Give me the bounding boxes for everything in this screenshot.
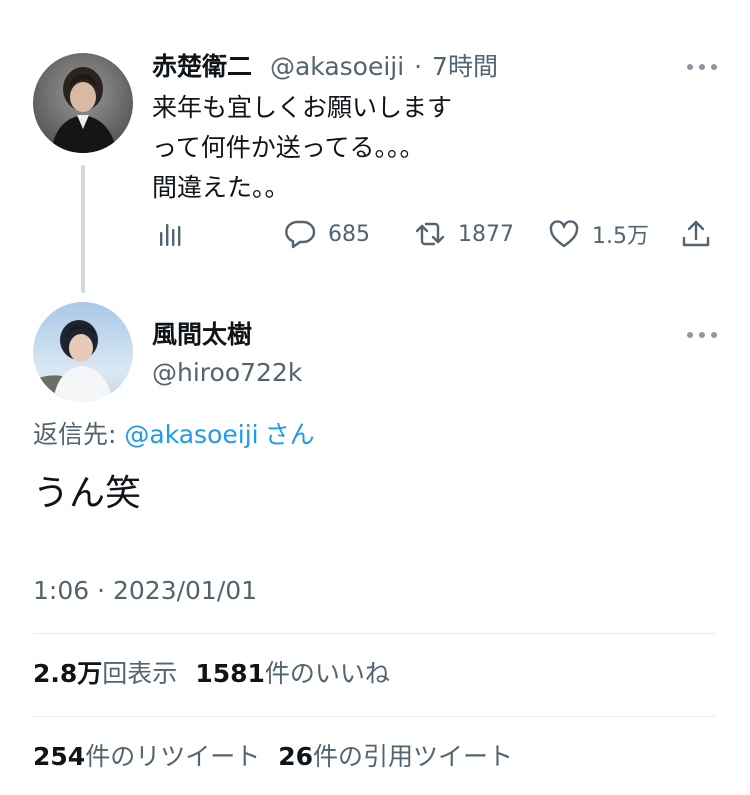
tweet-thread-page: 赤楚衛二 @akasoeiji · 7時間 来年も宜しくお願いします って何件か… bbox=[0, 0, 750, 795]
avatar-image bbox=[33, 53, 133, 153]
heart-icon bbox=[549, 220, 579, 248]
stats-views-likes: 2.8万回表示 1581件のいいね bbox=[33, 657, 390, 691]
analytics-button[interactable] bbox=[156, 214, 188, 254]
thread-connector-line bbox=[81, 165, 85, 293]
more-options-button[interactable] bbox=[687, 63, 717, 71]
bar-chart-icon bbox=[160, 224, 181, 246]
quotes-count: 26 bbox=[278, 742, 313, 771]
retweets-stat[interactable]: 254件のリツイート bbox=[33, 742, 260, 771]
tweet-line: って何件か送ってる。。。 bbox=[152, 133, 425, 162]
stats-retweets-quotes: 254件のリツイート 26件の引用ツイート bbox=[33, 740, 513, 774]
likes-label: 件のいいね bbox=[264, 659, 390, 688]
retweets-count: 254 bbox=[33, 742, 86, 771]
views-stat[interactable]: 2.8万回表示 bbox=[33, 659, 177, 688]
retweet-arrows-icon bbox=[415, 222, 445, 246]
share-button[interactable] bbox=[680, 214, 712, 254]
reply-suffix: さん bbox=[264, 420, 315, 449]
reply-handle-link[interactable]: @akasoeiji bbox=[124, 420, 258, 449]
divider bbox=[33, 633, 715, 634]
like-count: 1.5万 bbox=[592, 224, 649, 249]
tweet2-text: うん笑 bbox=[33, 473, 142, 514]
reply-button[interactable]: 685 bbox=[284, 214, 370, 254]
speech-bubble-icon bbox=[285, 220, 316, 249]
author-handle[interactable]: @akasoeiji bbox=[270, 52, 404, 81]
header-separator: · bbox=[414, 52, 423, 81]
ellipsis-icon bbox=[687, 332, 693, 338]
author-name[interactable]: 赤楚衛二 bbox=[152, 52, 252, 81]
reply-count: 685 bbox=[328, 221, 370, 247]
ellipsis-icon bbox=[687, 64, 693, 70]
tweet-timestamp[interactable]: 1:06 · 2023/01/01 bbox=[33, 574, 257, 608]
avatar-image bbox=[33, 302, 133, 402]
author-name[interactable]: 風間太樹 bbox=[152, 318, 252, 352]
quotes-label: 件の引用ツイート bbox=[313, 742, 514, 771]
quotes-stat[interactable]: 26件の引用ツイート bbox=[278, 742, 513, 771]
author-handle[interactable]: @hiroo722k bbox=[152, 356, 302, 390]
views-count: 2.8万 bbox=[33, 659, 103, 688]
retweets-label: 件のリツイート bbox=[85, 742, 261, 771]
avatar-hiroo722k[interactable] bbox=[33, 302, 133, 402]
tweet1-header: 赤楚衛二 @akasoeiji · 7時間 bbox=[152, 50, 498, 84]
tweet1-text: 来年も宜しくお願いします って何件か送ってる。。。 間違えた。。 bbox=[152, 88, 712, 208]
upload-icon bbox=[682, 220, 710, 247]
tweet-time[interactable]: 7時間 bbox=[432, 52, 498, 81]
retweet-button[interactable]: 1877 bbox=[414, 214, 514, 254]
retweet-count: 1877 bbox=[458, 221, 514, 247]
like-button[interactable]: 1.5万 bbox=[548, 214, 649, 254]
likes-stat[interactable]: 1581件のいいね bbox=[195, 659, 390, 688]
reply-label: 返信先: bbox=[33, 420, 125, 449]
avatar-akasoeiji[interactable] bbox=[33, 53, 133, 153]
divider bbox=[33, 716, 715, 717]
tweet1-action-bar: 685 1877 1.5万 bbox=[150, 214, 720, 254]
tweet-line: 間違えた。。 bbox=[152, 173, 290, 202]
tweet-line: 来年も宜しくお願いします bbox=[152, 93, 453, 122]
views-label: 回表示 bbox=[102, 659, 178, 688]
likes-count: 1581 bbox=[195, 659, 265, 688]
replying-to: 返信先: @akasoeiji さん bbox=[33, 418, 315, 452]
more-options-button[interactable] bbox=[687, 331, 717, 339]
